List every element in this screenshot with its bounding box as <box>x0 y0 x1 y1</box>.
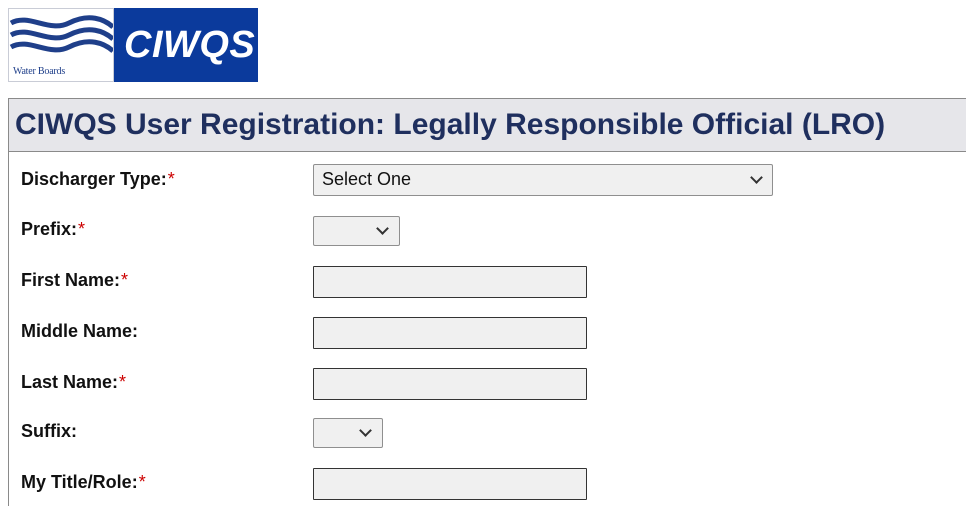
ciwqs-logo-text: CIWQS <box>124 24 256 66</box>
suffix-label: Suffix: <box>21 421 77 442</box>
title-role-label: My Title/Role:* <box>21 472 146 493</box>
suffix-row: Suffix: <box>9 416 959 456</box>
discharger-type-label: Discharger Type:* <box>21 169 175 190</box>
middle-name-label-text: Middle Name: <box>21 321 139 341</box>
discharger-type-label-text: Discharger Type: <box>21 169 167 189</box>
required-marker: * <box>167 169 175 189</box>
water-boards-text: Water Boards <box>13 66 66 77</box>
page-title: CIWQS User Registration: Legally Respons… <box>15 108 886 141</box>
title-role-row: My Title/Role:* <box>9 468 959 508</box>
water-boards-logo: Water Boards <box>8 8 114 82</box>
discharger-type-row: Discharger Type:* Select One <box>9 164 959 204</box>
suffix-select[interactable] <box>313 418 383 448</box>
registration-form: CIWQS User Registration: Legally Respons… <box>8 98 966 506</box>
title-role-field[interactable] <box>313 468 587 500</box>
middle-name-field[interactable] <box>313 317 587 349</box>
last-name-row: Last Name:* <box>9 368 959 408</box>
last-name-label: Last Name:* <box>21 372 126 393</box>
first-name-field[interactable] <box>313 266 587 298</box>
last-name-field[interactable] <box>313 368 587 400</box>
chevron-down-icon <box>376 222 389 235</box>
chevron-down-icon <box>750 171 763 184</box>
required-marker: * <box>119 372 127 392</box>
last-name-label-text: Last Name: <box>21 372 119 392</box>
middle-name-label: Middle Name: <box>21 321 138 342</box>
prefix-select[interactable] <box>313 216 400 246</box>
waves-icon <box>9 15 113 53</box>
title-role-label-text: My Title/Role: <box>21 472 138 492</box>
discharger-type-select[interactable]: Select One <box>313 164 773 196</box>
required-marker: * <box>121 270 129 290</box>
first-name-label-text: First Name: <box>21 270 121 290</box>
chevron-down-icon <box>359 424 372 437</box>
ciwqs-logo-panel: CIWQS <box>114 8 258 82</box>
first-name-label: First Name:* <box>21 270 128 291</box>
suffix-label-text: Suffix: <box>21 421 77 441</box>
prefix-label-text: Prefix: <box>21 219 78 239</box>
required-marker: * <box>138 472 146 492</box>
middle-name-row: Middle Name: <box>9 317 959 357</box>
first-name-row: First Name:* <box>9 266 959 306</box>
prefix-row: Prefix:* <box>9 214 959 254</box>
form-header: CIWQS User Registration: Legally Respons… <box>9 98 966 152</box>
water-boards-ciwqs-logo: Water Boards CIWQS <box>8 8 258 82</box>
prefix-label: Prefix:* <box>21 219 85 240</box>
required-marker: * <box>78 219 86 239</box>
discharger-type-selected-value: Select One <box>322 169 412 189</box>
